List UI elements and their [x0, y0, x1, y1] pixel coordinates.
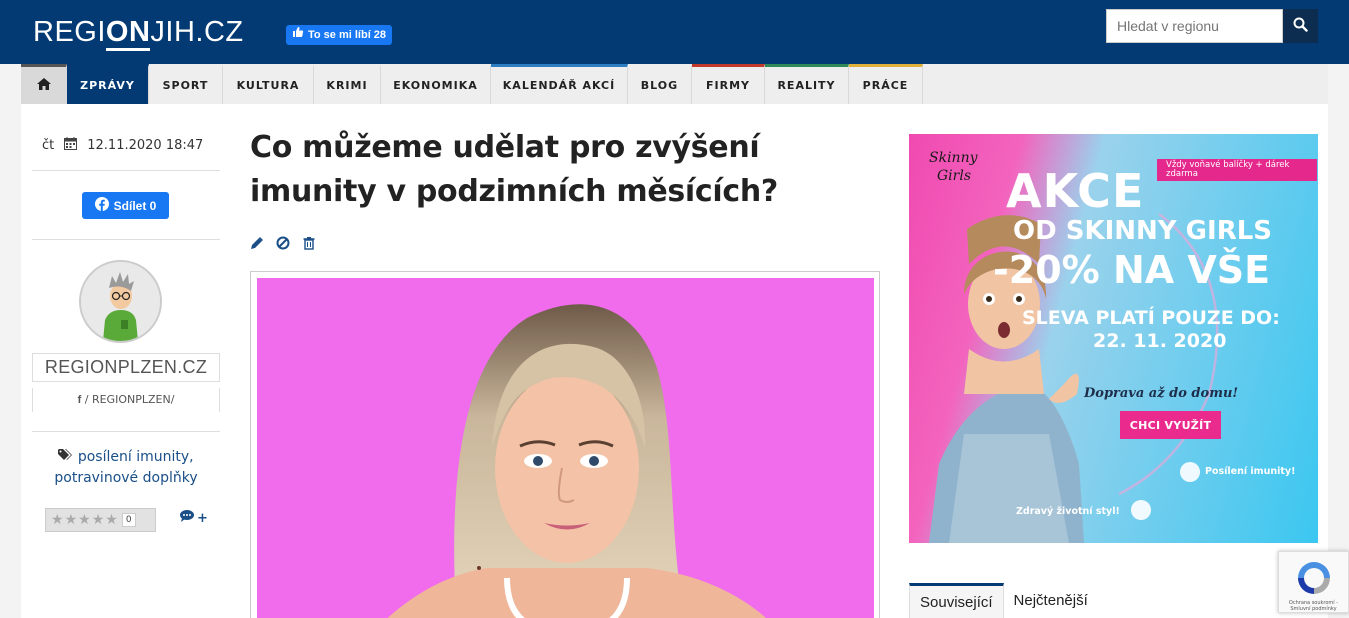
- block-icon[interactable]: [276, 236, 290, 250]
- author-name[interactable]: REGIONPLZEN.CZ: [32, 353, 220, 381]
- article-tools: [250, 236, 316, 250]
- star-icon[interactable]: ★: [78, 512, 91, 528]
- ad-cta-button[interactable]: CHCI VYUŽÍT: [1120, 411, 1221, 439]
- divider: [32, 239, 220, 240]
- home-icon: [36, 78, 51, 93]
- rating-count: 0: [121, 513, 136, 527]
- tag-link[interactable]: posílení imunity,: [78, 449, 194, 465]
- logo-suffix: JIH.CZ: [150, 16, 244, 48]
- main-navigation: ZPRÁVY SPORT KULTURA KRIMI EKONOMIKA KAL…: [21, 64, 1328, 104]
- facebook-like-button[interactable]: To se mi líbí 28: [286, 25, 393, 45]
- site-logo[interactable]: REGIONJIH.CZ: [33, 16, 244, 51]
- nav-item-krimi[interactable]: KRIMI: [314, 64, 381, 104]
- ad-headline-brand: OD SKINNY GIRLS: [1013, 216, 1273, 246]
- author-social-link[interactable]: f / REGIONPLZEN/: [32, 388, 220, 412]
- tags-icon: [58, 449, 77, 465]
- thumbs-up-icon: [292, 25, 304, 45]
- comment-icon: [180, 510, 194, 526]
- logo-prefix: REGI: [33, 16, 106, 48]
- tab-nejctenejsi[interactable]: Nejčtenější: [1004, 583, 1098, 618]
- star-icon[interactable]: ★: [51, 512, 64, 528]
- recaptcha-icon: [1297, 562, 1330, 594]
- article-photo[interactable]: [257, 278, 874, 618]
- nav-home[interactable]: [21, 64, 67, 104]
- nav-item-reality[interactable]: REALITY: [765, 64, 849, 104]
- ad-validity-label: SLEVA PLATÍ POUZE DO:: [1022, 307, 1280, 329]
- star-icon[interactable]: ★: [65, 512, 78, 528]
- ad-brand-line1: Skinny: [929, 150, 978, 166]
- recaptcha-badge[interactable]: Ochrana soukromí - Smluvní podmínky: [1278, 551, 1349, 613]
- nav-item-zpravy[interactable]: ZPRÁVY: [67, 64, 149, 104]
- nav-item-blog[interactable]: BLOG: [628, 64, 692, 104]
- nav-item-sport[interactable]: SPORT: [149, 64, 223, 104]
- facebook-icon: f: [77, 394, 82, 406]
- logo-bold: ON: [105, 16, 151, 51]
- author-social-label: / REGIONPLZEN/: [84, 393, 175, 406]
- calendar-icon: [64, 137, 78, 154]
- article-date: čt 12.11.2020 18:47: [42, 137, 222, 154]
- search-icon: [1293, 17, 1308, 35]
- fb-like-label: To se mi líbí 28: [308, 29, 387, 41]
- recaptcha-label: Ochrana soukromí - Smluvní podmínky: [1288, 600, 1339, 612]
- ad-feature-lifestyle: Zdravý životní styl!: [1016, 506, 1120, 517]
- search-button[interactable]: [1283, 9, 1318, 43]
- star-icon[interactable]: ★: [92, 512, 105, 528]
- article-tags: posílení imunity, potravinové doplňky: [34, 447, 218, 489]
- trash-icon[interactable]: [302, 236, 316, 250]
- divider: [32, 170, 220, 171]
- nav-item-kultura[interactable]: KULTURA: [223, 64, 314, 104]
- ad-delivery: Doprava až do domu!: [1084, 386, 1239, 401]
- facebook-icon: [94, 197, 109, 214]
- nav-item-ekonomika[interactable]: EKONOMIKA: [381, 64, 491, 104]
- article-day: čt: [42, 138, 55, 153]
- ad-validity-date: 22. 11. 2020: [1093, 330, 1227, 352]
- site-header: REGIONJIH.CZ To se mi líbí 28: [0, 0, 1349, 64]
- article-image-frame: [250, 271, 880, 618]
- comments-label: +: [197, 510, 208, 526]
- skinny-girls-ad-banner[interactable]: Vždy voňavé balíčky + dárek zdarma Skinn…: [909, 134, 1318, 543]
- related-tabs: Související Nejčtenější: [909, 583, 1098, 618]
- tag-link[interactable]: potravinové doplňky: [54, 470, 197, 486]
- star-rating[interactable]: ★ ★ ★ ★ ★ 0: [45, 508, 156, 532]
- ad-badge: Vždy voňavé balíčky + dárek zdarma: [1157, 159, 1317, 181]
- ad-brand-line2: Girls: [937, 168, 972, 184]
- ad-headline-discount: -20% NA VŠE: [993, 248, 1271, 292]
- divider: [32, 381, 220, 382]
- add-comment-button[interactable]: +: [180, 510, 208, 526]
- edit-icon[interactable]: [250, 236, 264, 250]
- divider: [32, 431, 220, 432]
- tab-souvisejici[interactable]: Související: [909, 583, 1004, 618]
- search-input[interactable]: [1106, 9, 1283, 43]
- star-icon[interactable]: ★: [105, 512, 118, 528]
- article-datetime: 12.11.2020 18:47: [87, 138, 204, 153]
- article-title: Co můžeme udělat pro zvýšení imunity v p…: [250, 130, 779, 209]
- nav-item-firmy[interactable]: FIRMY: [692, 64, 765, 104]
- nav-item-prace[interactable]: PRÁCE: [849, 64, 923, 104]
- facebook-share-button[interactable]: Sdílet 0: [82, 192, 169, 219]
- ad-headline-akce: AKCE: [1006, 164, 1145, 218]
- ad-feature-immunity: Posílení imunity!: [1205, 466, 1296, 477]
- author-avatar[interactable]: [79, 260, 162, 343]
- share-label: Sdílet 0: [113, 198, 157, 213]
- nav-item-kalendar-akci[interactable]: KALENDÁŘ AKCÍ: [491, 64, 628, 104]
